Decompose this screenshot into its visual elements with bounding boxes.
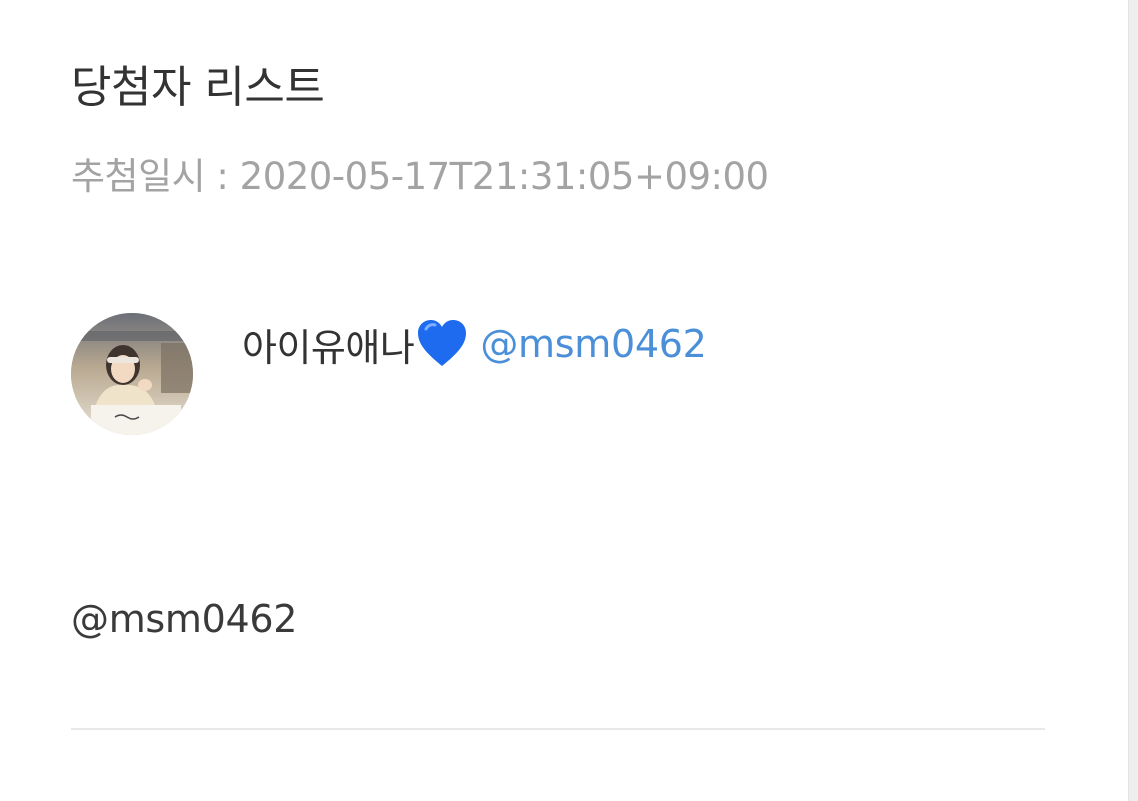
blue-heart-icon <box>416 319 468 369</box>
page-title: 당첨자 리스트 <box>71 62 325 113</box>
winner-item: 아이유애나 @msm0462 <box>242 316 707 372</box>
scrollbar-track[interactable] <box>1128 0 1138 801</box>
avatar-photo <box>71 313 193 435</box>
winner-comment: @msm0462 <box>71 597 298 641</box>
winner-handle-link[interactable]: @msm0462 <box>480 322 706 366</box>
winner-name: 아이유애나 <box>242 325 415 370</box>
divider <box>71 728 1045 730</box>
avatar[interactable] <box>71 313 193 435</box>
draw-date: 추첨일시 : 2020-05-17T21:31:05+09:00 <box>71 155 769 198</box>
